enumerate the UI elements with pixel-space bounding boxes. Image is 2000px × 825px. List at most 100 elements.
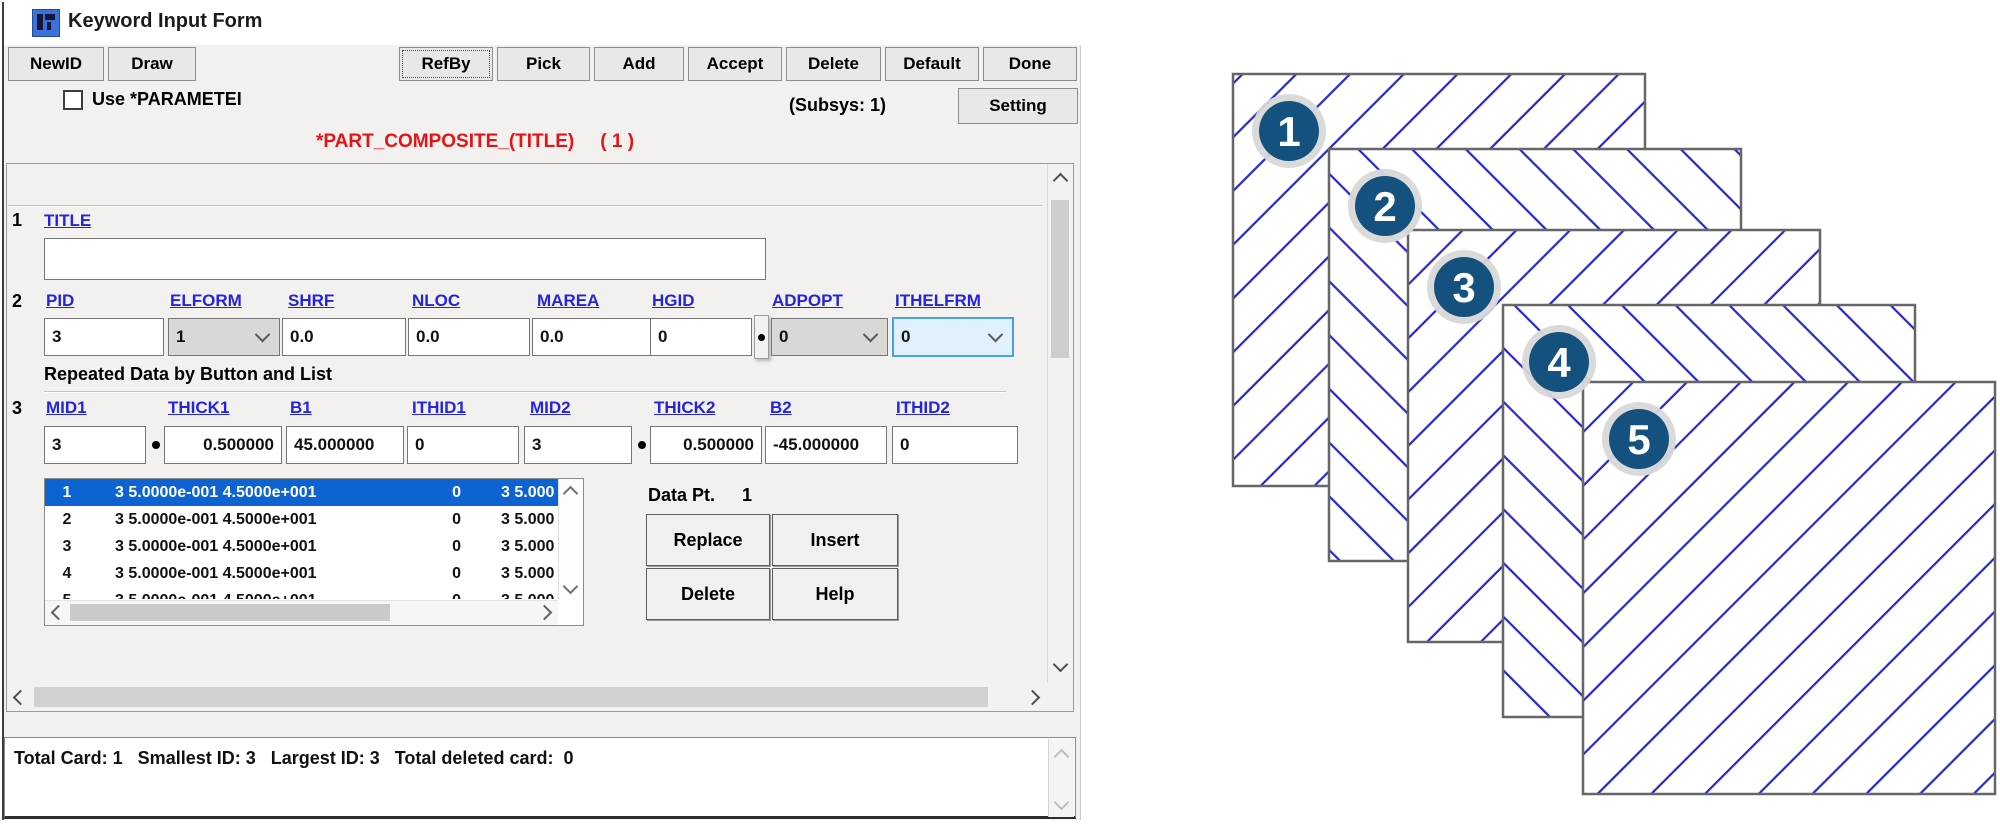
- scroll-up-icon[interactable]: [558, 481, 582, 505]
- dot-icon: [758, 333, 765, 341]
- delete-button[interactable]: Delete: [786, 47, 881, 81]
- adpopt-link[interactable]: ADPOPT: [772, 291, 843, 311]
- scroll-left-icon[interactable]: [8, 685, 32, 709]
- adpopt-value: 0: [779, 327, 789, 346]
- thick1-input[interactable]: 0.500000: [164, 426, 282, 464]
- newid-button[interactable]: NewID: [8, 47, 104, 81]
- list-hscroll-thumb[interactable]: [70, 604, 390, 621]
- list-item[interactable]: 53 5.0000e-001 4.5000e+00103 5.000: [45, 587, 558, 600]
- default-button[interactable]: Default: [885, 47, 979, 81]
- window-title: Keyword Input Form: [68, 10, 263, 32]
- list-item[interactable]: 23 5.0000e-001 4.5000e+001 0 3 5.000: [45, 506, 558, 533]
- shrf-input[interactable]: 0.0: [282, 318, 406, 356]
- panel-vscroll-thumb[interactable]: [1051, 200, 1069, 358]
- ithid1-input[interactable]: 0: [407, 426, 519, 464]
- elform-dropdown[interactable]: 1: [168, 318, 280, 356]
- ithelfrm-dropdown[interactable]: 0: [892, 317, 1014, 357]
- replace-button[interactable]: Replace: [646, 514, 770, 566]
- chevron-down-icon: [862, 326, 879, 342]
- use-parameter-label: Use *PARAMETEI: [92, 89, 242, 109]
- title-input[interactable]: [44, 238, 766, 280]
- elform-link[interactable]: ELFORM: [170, 291, 242, 311]
- b1-input[interactable]: 45.000000: [286, 426, 404, 464]
- hgid-input[interactable]: 0: [650, 318, 752, 356]
- done-button[interactable]: Done: [983, 47, 1077, 81]
- plate-badge-3: 3: [1427, 250, 1501, 324]
- list-item[interactable]: 33 5.0000e-001 4.5000e+001 0 3 5.000: [45, 533, 558, 560]
- window-titlebar: Keyword Input Form: [4, 0, 1080, 45]
- screenshot-canvas: Keyword Input Form NewID Draw RefBy Pick…: [0, 0, 2000, 825]
- marea-link[interactable]: MAREA: [537, 291, 599, 311]
- scroll-down-icon[interactable]: [1048, 652, 1072, 676]
- scroll-left-icon[interactable]: [46, 600, 70, 624]
- subsys-label: (Subsys: 1): [789, 95, 887, 115]
- panel-hscroll-thumb[interactable]: [34, 687, 988, 707]
- hgid-adpopt-separator-button[interactable]: [754, 315, 769, 359]
- setting-button[interactable]: Setting: [958, 88, 1078, 124]
- b2-input[interactable]: -45.000000: [765, 426, 887, 464]
- mid1-input[interactable]: 3: [44, 426, 146, 464]
- ithid2-link[interactable]: ITHID2: [896, 398, 950, 418]
- composite-layup-diagram: 1 2 3 4 5: [1231, 72, 1997, 796]
- use-parameter-checkbox[interactable]: [63, 90, 83, 110]
- card1-row-number: 1: [12, 210, 23, 230]
- insert-button[interactable]: Insert: [772, 514, 898, 566]
- ply-list-rows: 13 5.0000e-001 4.5000e+001 0 3 5.000 23 5.…: [45, 479, 558, 599]
- plate-badge-number: 4: [1547, 339, 1571, 386]
- list-item[interactable]: 13 5.0000e-001 4.5000e+001 0 3 5.000: [45, 479, 558, 506]
- delete-row-button[interactable]: Delete: [646, 568, 770, 620]
- card-title-row: *PART_COMPOSITE_(TITLE) ( 1 ): [0, 131, 950, 153]
- dot-icon: [152, 441, 160, 449]
- ithid2-input[interactable]: 0: [892, 426, 1018, 464]
- plate-badge-1: 1: [1252, 94, 1326, 168]
- scroll-up-icon[interactable]: [1048, 168, 1072, 192]
- window-left-border: [2, 2, 4, 820]
- hgid-link[interactable]: HGID: [652, 291, 695, 311]
- list-item[interactable]: 43 5.0000e-001 4.5000e+001 0 3 5.000: [45, 560, 558, 587]
- mid1-link[interactable]: MID1: [46, 398, 87, 418]
- pid-link[interactable]: PID: [46, 291, 74, 311]
- status-text: Total Card: 1 Smallest ID: 3 Largest ID:…: [14, 748, 574, 768]
- plate-badge-number: 3: [1452, 264, 1475, 311]
- pick-button[interactable]: Pick: [497, 47, 590, 81]
- b2-link[interactable]: B2: [770, 398, 792, 418]
- mid2-input[interactable]: 3: [524, 426, 632, 464]
- card2-row-number: 2: [12, 291, 23, 311]
- data-pt-label: Data Pt.: [648, 485, 716, 505]
- shrf-link[interactable]: SHRF: [288, 291, 334, 311]
- repeated-data-label: Repeated Data by Button and List: [44, 364, 333, 384]
- thick2-link[interactable]: THICK2: [654, 398, 715, 418]
- card-keyword: *PART_COMPOSITE_(TITLE): [315, 131, 575, 152]
- scroll-right-icon[interactable]: [532, 600, 556, 624]
- pid-input[interactable]: 3: [44, 318, 164, 356]
- draw-button[interactable]: Draw: [108, 47, 196, 81]
- marea-input[interactable]: 0.0: [532, 318, 651, 356]
- adpopt-dropdown[interactable]: 0: [771, 318, 888, 356]
- accept-button[interactable]: Accept: [688, 47, 782, 81]
- chevron-down-icon: [987, 326, 1004, 342]
- scroll-down-icon: [1049, 790, 1073, 814]
- scroll-right-icon[interactable]: [1020, 685, 1044, 709]
- help-button[interactable]: Help: [772, 568, 898, 620]
- repeated-divider: [44, 391, 1006, 393]
- thick2-input[interactable]: 0.500000: [650, 426, 762, 464]
- app-icon: [32, 9, 60, 37]
- data-pt-value: 1: [742, 485, 753, 505]
- section-divider: [8, 205, 1042, 207]
- mid2-link[interactable]: MID2: [530, 398, 571, 418]
- refby-button[interactable]: RefBy: [399, 47, 493, 81]
- title-link[interactable]: TITLE: [44, 211, 91, 231]
- b1-link[interactable]: B1: [290, 398, 312, 418]
- plate-badge-number: 1: [1277, 108, 1300, 155]
- scroll-down-icon[interactable]: [558, 574, 582, 598]
- thick1-link[interactable]: THICK1: [168, 398, 229, 418]
- add-button[interactable]: Add: [594, 47, 684, 81]
- nloc-link[interactable]: NLOC: [412, 291, 460, 311]
- plate-badge-number: 5: [1627, 416, 1650, 463]
- ithelfrm-link[interactable]: ITHELFRM: [895, 291, 981, 311]
- ithid1-link[interactable]: ITHID1: [412, 398, 466, 418]
- dot-icon: [638, 441, 646, 449]
- nloc-input[interactable]: 0.0: [408, 318, 530, 356]
- plate-badge-2: 2: [1348, 169, 1422, 243]
- repeated-row-number: 3: [12, 398, 23, 418]
